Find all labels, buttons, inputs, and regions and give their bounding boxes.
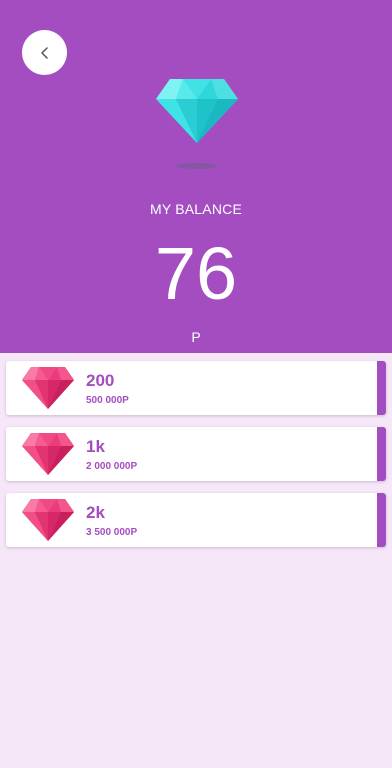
- pink-diamond-icon: [22, 433, 74, 475]
- pink-diamond-icon: [22, 367, 74, 409]
- offer-accent-bar: [377, 427, 386, 481]
- offer-amount: 200: [86, 371, 115, 390]
- chevron-left-icon: [39, 46, 51, 60]
- offer-card-200[interactable]: 200 500 000P: [6, 361, 386, 415]
- balance-header: MY BALANCE 76 P: [0, 0, 392, 353]
- offer-amount: 1k: [86, 437, 105, 456]
- diamond-icon: [156, 79, 238, 143]
- offer-price: 3 500 000P: [86, 527, 138, 538]
- offer-card-2k[interactable]: 2k 3 500 000P: [6, 493, 386, 547]
- balance-value: 76: [154, 232, 238, 315]
- balance-label: MY BALANCE: [150, 201, 242, 217]
- offer-price: 500 000P: [86, 395, 129, 406]
- offer-accent-bar: [377, 361, 386, 415]
- back-button[interactable]: [22, 30, 67, 75]
- balance-unit: P: [191, 329, 201, 345]
- offer-list: 200 500 000P 1k 2 000 000P 2k 3 500 000P: [6, 361, 386, 559]
- offer-amount: 2k: [86, 503, 105, 522]
- offer-price: 2 000 000P: [86, 461, 138, 472]
- offer-accent-bar: [377, 493, 386, 547]
- diamond-shadow: [176, 163, 217, 169]
- offer-card-1k[interactable]: 1k 2 000 000P: [6, 427, 386, 481]
- pink-diamond-icon: [22, 499, 74, 541]
